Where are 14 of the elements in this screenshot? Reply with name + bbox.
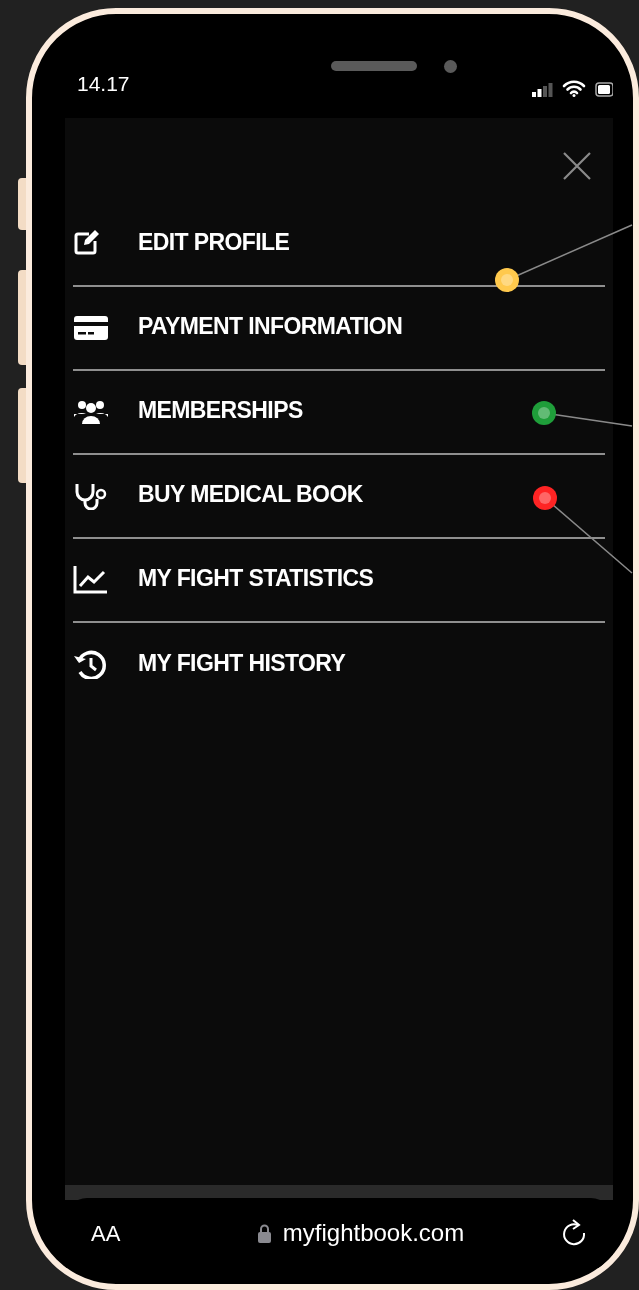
text-size-button[interactable]: AA [91,1216,201,1250]
url-text[interactable]: myfightbook.com [282,1215,465,1251]
close-icon[interactable] [563,152,591,180]
history-icon [73,648,109,679]
battery-icon [595,82,613,97]
line-chart-icon [73,563,109,594]
reload-icon[interactable] [561,1219,587,1247]
status-time: 14.17 [77,73,130,94]
wifi-icon [562,80,586,97]
menu-item[interactable]: PAYMENT INFORMATION [73,287,605,371]
lock-icon [257,1223,271,1243]
signal-icon [532,83,553,97]
menu-item[interactable]: MY FIGHT HISTORY [73,623,605,707]
menu-item[interactable]: MY FIGHT STATISTICS [73,539,605,623]
